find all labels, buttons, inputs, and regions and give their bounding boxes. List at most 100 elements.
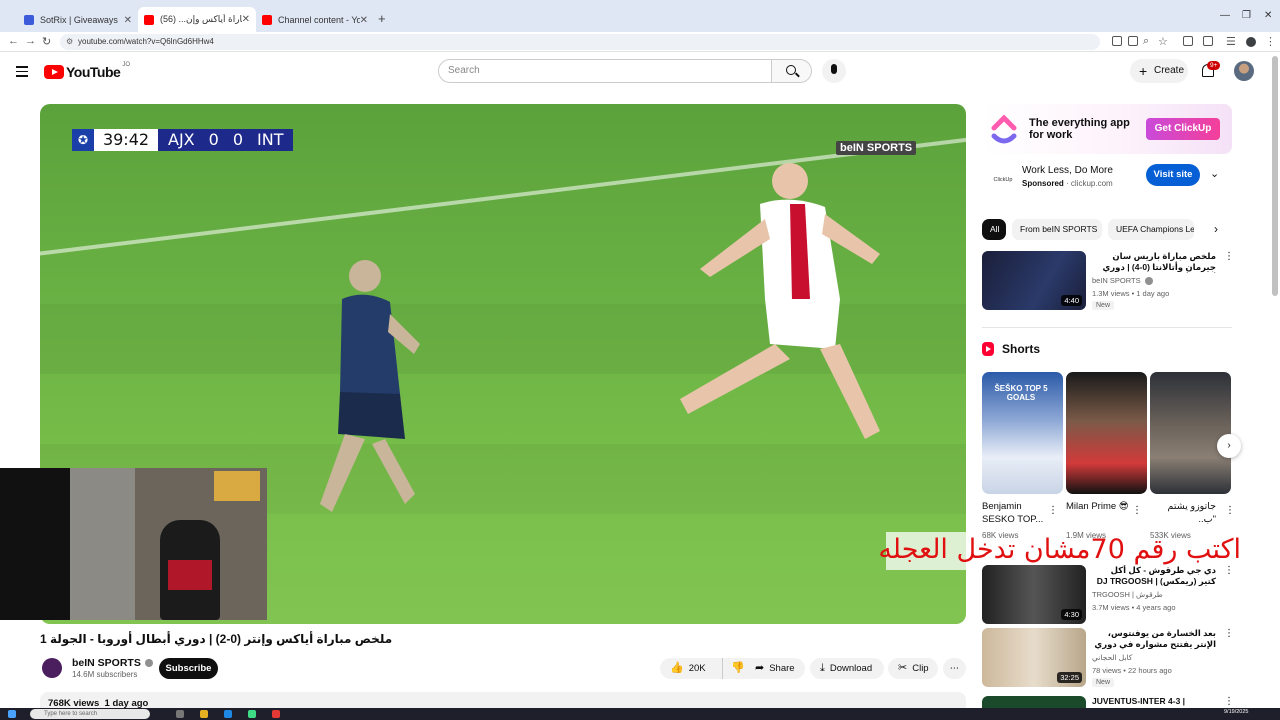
more-vertical-icon[interactable]: ⋮ — [1224, 696, 1232, 707]
browser-tab-2[interactable]: ملخص مباراة أياكس وإن... (56) ✕ — [138, 7, 256, 32]
clickup-logo-icon — [991, 114, 1017, 144]
recommended-video[interactable]: JUVENTUS-INTER 4-3 | ⋮ — [982, 696, 1232, 708]
video-thumbnail[interactable]: 32:25 — [982, 628, 1086, 687]
recommended-title[interactable]: دي جي طرقوش - كل أكل كتير (ريمكس) | DJ T… — [1092, 565, 1216, 587]
share-icon: ➦ — [755, 662, 765, 674]
subscriber-count: 14.6M subscribers — [72, 670, 138, 679]
thumbs-down-icon: 👎 — [731, 662, 745, 674]
shorts-shelf-header: Shorts — [982, 342, 1040, 356]
ad-sponsored-line: Sponsored · clickup.com — [1022, 179, 1113, 188]
site-info-icon[interactable]: ⚙ — [66, 34, 73, 50]
channel-avatar[interactable] — [42, 658, 62, 678]
browser-menu-icon[interactable]: ⋮ — [1265, 35, 1276, 48]
address-bar[interactable]: ⚙ youtube.com/watch?v=Q6lnGd6HHw4 — [60, 34, 1100, 50]
browser-taskbar-icon[interactable] — [224, 710, 232, 718]
video-thumbnail[interactable]: 4:40 — [982, 251, 1086, 310]
bookmark-star-icon[interactable]: ☆ — [1158, 35, 1168, 48]
cast-icon[interactable] — [1112, 36, 1122, 46]
visit-site-button[interactable]: Visit site — [1146, 164, 1200, 186]
close-icon[interactable]: ✕ — [242, 14, 250, 25]
short-views: 533K views — [1150, 531, 1191, 540]
short-thumbnail[interactable]: ŠEŠKO TOP 5 GOALS — [982, 372, 1063, 494]
window-close-icon[interactable]: ✕ — [1264, 10, 1272, 21]
short-title[interactable]: جاتوزو يشتم "ب.. اسر***تيلي" — [1150, 500, 1216, 526]
browser-tab-3[interactable]: Channel content - YouTube St... ✕ — [256, 9, 374, 31]
chevron-right-icon[interactable]: › — [1214, 222, 1218, 236]
close-icon[interactable]: ✕ — [360, 15, 368, 26]
recommended-title[interactable]: JUVENTUS-INTER 4-3 | — [1092, 696, 1216, 708]
more-vertical-icon[interactable]: ⋮ — [1224, 565, 1234, 576]
back-icon[interactable]: ← — [8, 35, 19, 47]
scissors-icon: ✂ — [898, 662, 908, 674]
chip-all[interactable]: All — [982, 219, 1006, 240]
app-taskbar-icon[interactable] — [272, 710, 280, 718]
more-vertical-icon[interactable]: ⋮ — [1048, 505, 1058, 516]
create-button[interactable]: + Create — [1130, 59, 1188, 83]
close-icon[interactable]: ✕ — [124, 15, 132, 26]
recommended-title[interactable]: بعد الخسارة من يوفنتوس، الإنتر يفتتح مشو… — [1092, 628, 1216, 650]
share-button[interactable]: ➦ Share — [745, 658, 805, 679]
youtube-logo[interactable]: YouTube JO — [44, 62, 130, 80]
download-button[interactable]: ⤓ Download — [810, 658, 884, 679]
translate-icon[interactable] — [1128, 36, 1138, 46]
video-thumbnail[interactable]: 4:30 — [982, 565, 1086, 624]
get-clickup-button[interactable]: Get ClickUp — [1146, 118, 1220, 140]
ad-title[interactable]: Work Less, Do More — [1022, 165, 1113, 176]
recommended-channel: TRGOOSH | طرقوش — [1092, 590, 1163, 599]
search-button[interactable] — [772, 59, 812, 83]
windows-start-icon[interactable] — [8, 710, 16, 718]
extension-icon[interactable] — [1183, 36, 1193, 46]
match-clock: 39:42 — [94, 129, 158, 151]
download-icon: ⤓ — [820, 662, 825, 674]
extensions-puzzle-icon[interactable] — [1203, 36, 1213, 46]
task-view-icon[interactable] — [176, 710, 184, 718]
recommended-video[interactable]: 32:25 بعد الخسارة من يوفنتوس، الإنتر يفت… — [982, 628, 1234, 688]
advertiser-icon: ClickUp — [993, 177, 1013, 183]
chip-ucl[interactable]: UEFA Champions League — [1108, 219, 1194, 240]
file-explorer-icon[interactable] — [200, 710, 208, 718]
reload-icon[interactable]: ↻ — [42, 35, 51, 48]
recommended-video[interactable]: 4:40 ملخص مباراة باريس سان جيرمان وأتالا… — [982, 251, 1234, 311]
chevron-down-icon[interactable]: ⌄ — [1210, 167, 1219, 180]
chip-from-channel[interactable]: From beIN SPORTS — [1012, 219, 1102, 240]
video-thumbnail[interactable] — [982, 696, 1086, 708]
subscribe-button[interactable]: Subscribe — [159, 658, 218, 679]
more-vertical-icon[interactable]: ⋮ — [1225, 505, 1235, 516]
more-vertical-icon[interactable]: ⋮ — [1224, 628, 1234, 639]
section-divider — [982, 327, 1232, 328]
voice-search-mic-icon[interactable] — [822, 59, 846, 83]
guide-menu-icon[interactable] — [16, 66, 28, 80]
footballer-ajax — [680, 163, 880, 439]
new-tab-button[interactable]: + — [378, 11, 386, 26]
taskbar-search-input[interactable]: Type here to search — [30, 709, 150, 719]
plus-icon: + — [1139, 63, 1148, 79]
app-taskbar-icon[interactable] — [248, 710, 256, 718]
browser-profile-avatar[interactable] — [1246, 37, 1256, 47]
tab-search-icon[interactable]: ☰ — [1226, 35, 1236, 48]
user-avatar[interactable] — [1234, 61, 1254, 81]
youtube-masthead: YouTube JO Search + Create 9+ — [0, 52, 1280, 92]
restore-icon[interactable]: ❐ — [1242, 10, 1251, 21]
channel-name[interactable]: beIN SPORTS — [72, 657, 153, 669]
search-input[interactable]: Search — [438, 59, 772, 83]
short-views: 68K views — [982, 531, 1019, 540]
chevron-right-icon[interactable]: › — [1217, 434, 1241, 458]
browser-tabstrip: SotRix | Giveaways ✕ ملخص مباراة أياكس و… — [0, 0, 1280, 32]
like-button[interactable]: 👍 20K — [660, 662, 706, 674]
clip-button[interactable]: ✂ Clip — [888, 658, 938, 679]
more-actions-button[interactable]: ⋯ — [943, 658, 966, 679]
recommended-video[interactable]: 4:30 دي جي طرقوش - كل أكل كتير (ريمكس) |… — [982, 565, 1234, 625]
champions-league-ball-icon: ✪ — [72, 129, 94, 151]
browser-tab-1[interactable]: SotRix | Giveaways ✕ — [18, 9, 138, 31]
recommended-title[interactable]: ملخص مباراة باريس سان جيرمان وأتالانتا (… — [1092, 251, 1217, 273]
more-vertical-icon[interactable]: ⋮ — [1224, 251, 1234, 262]
more-vertical-icon[interactable]: ⋮ — [1132, 505, 1142, 516]
short-thumbnail[interactable] — [1066, 372, 1147, 494]
zoom-icon[interactable]: ⌕ — [1143, 35, 1149, 48]
short-title[interactable]: Milan Prime 😎 — [1066, 500, 1132, 526]
forward-icon[interactable]: → — [25, 35, 36, 47]
short-title[interactable]: Benjamin SESKO TOP... — [982, 500, 1048, 526]
page-scrollbar[interactable] — [1272, 56, 1278, 296]
short-thumbnail[interactable] — [1150, 372, 1231, 494]
minimize-icon[interactable]: — — [1220, 10, 1230, 21]
